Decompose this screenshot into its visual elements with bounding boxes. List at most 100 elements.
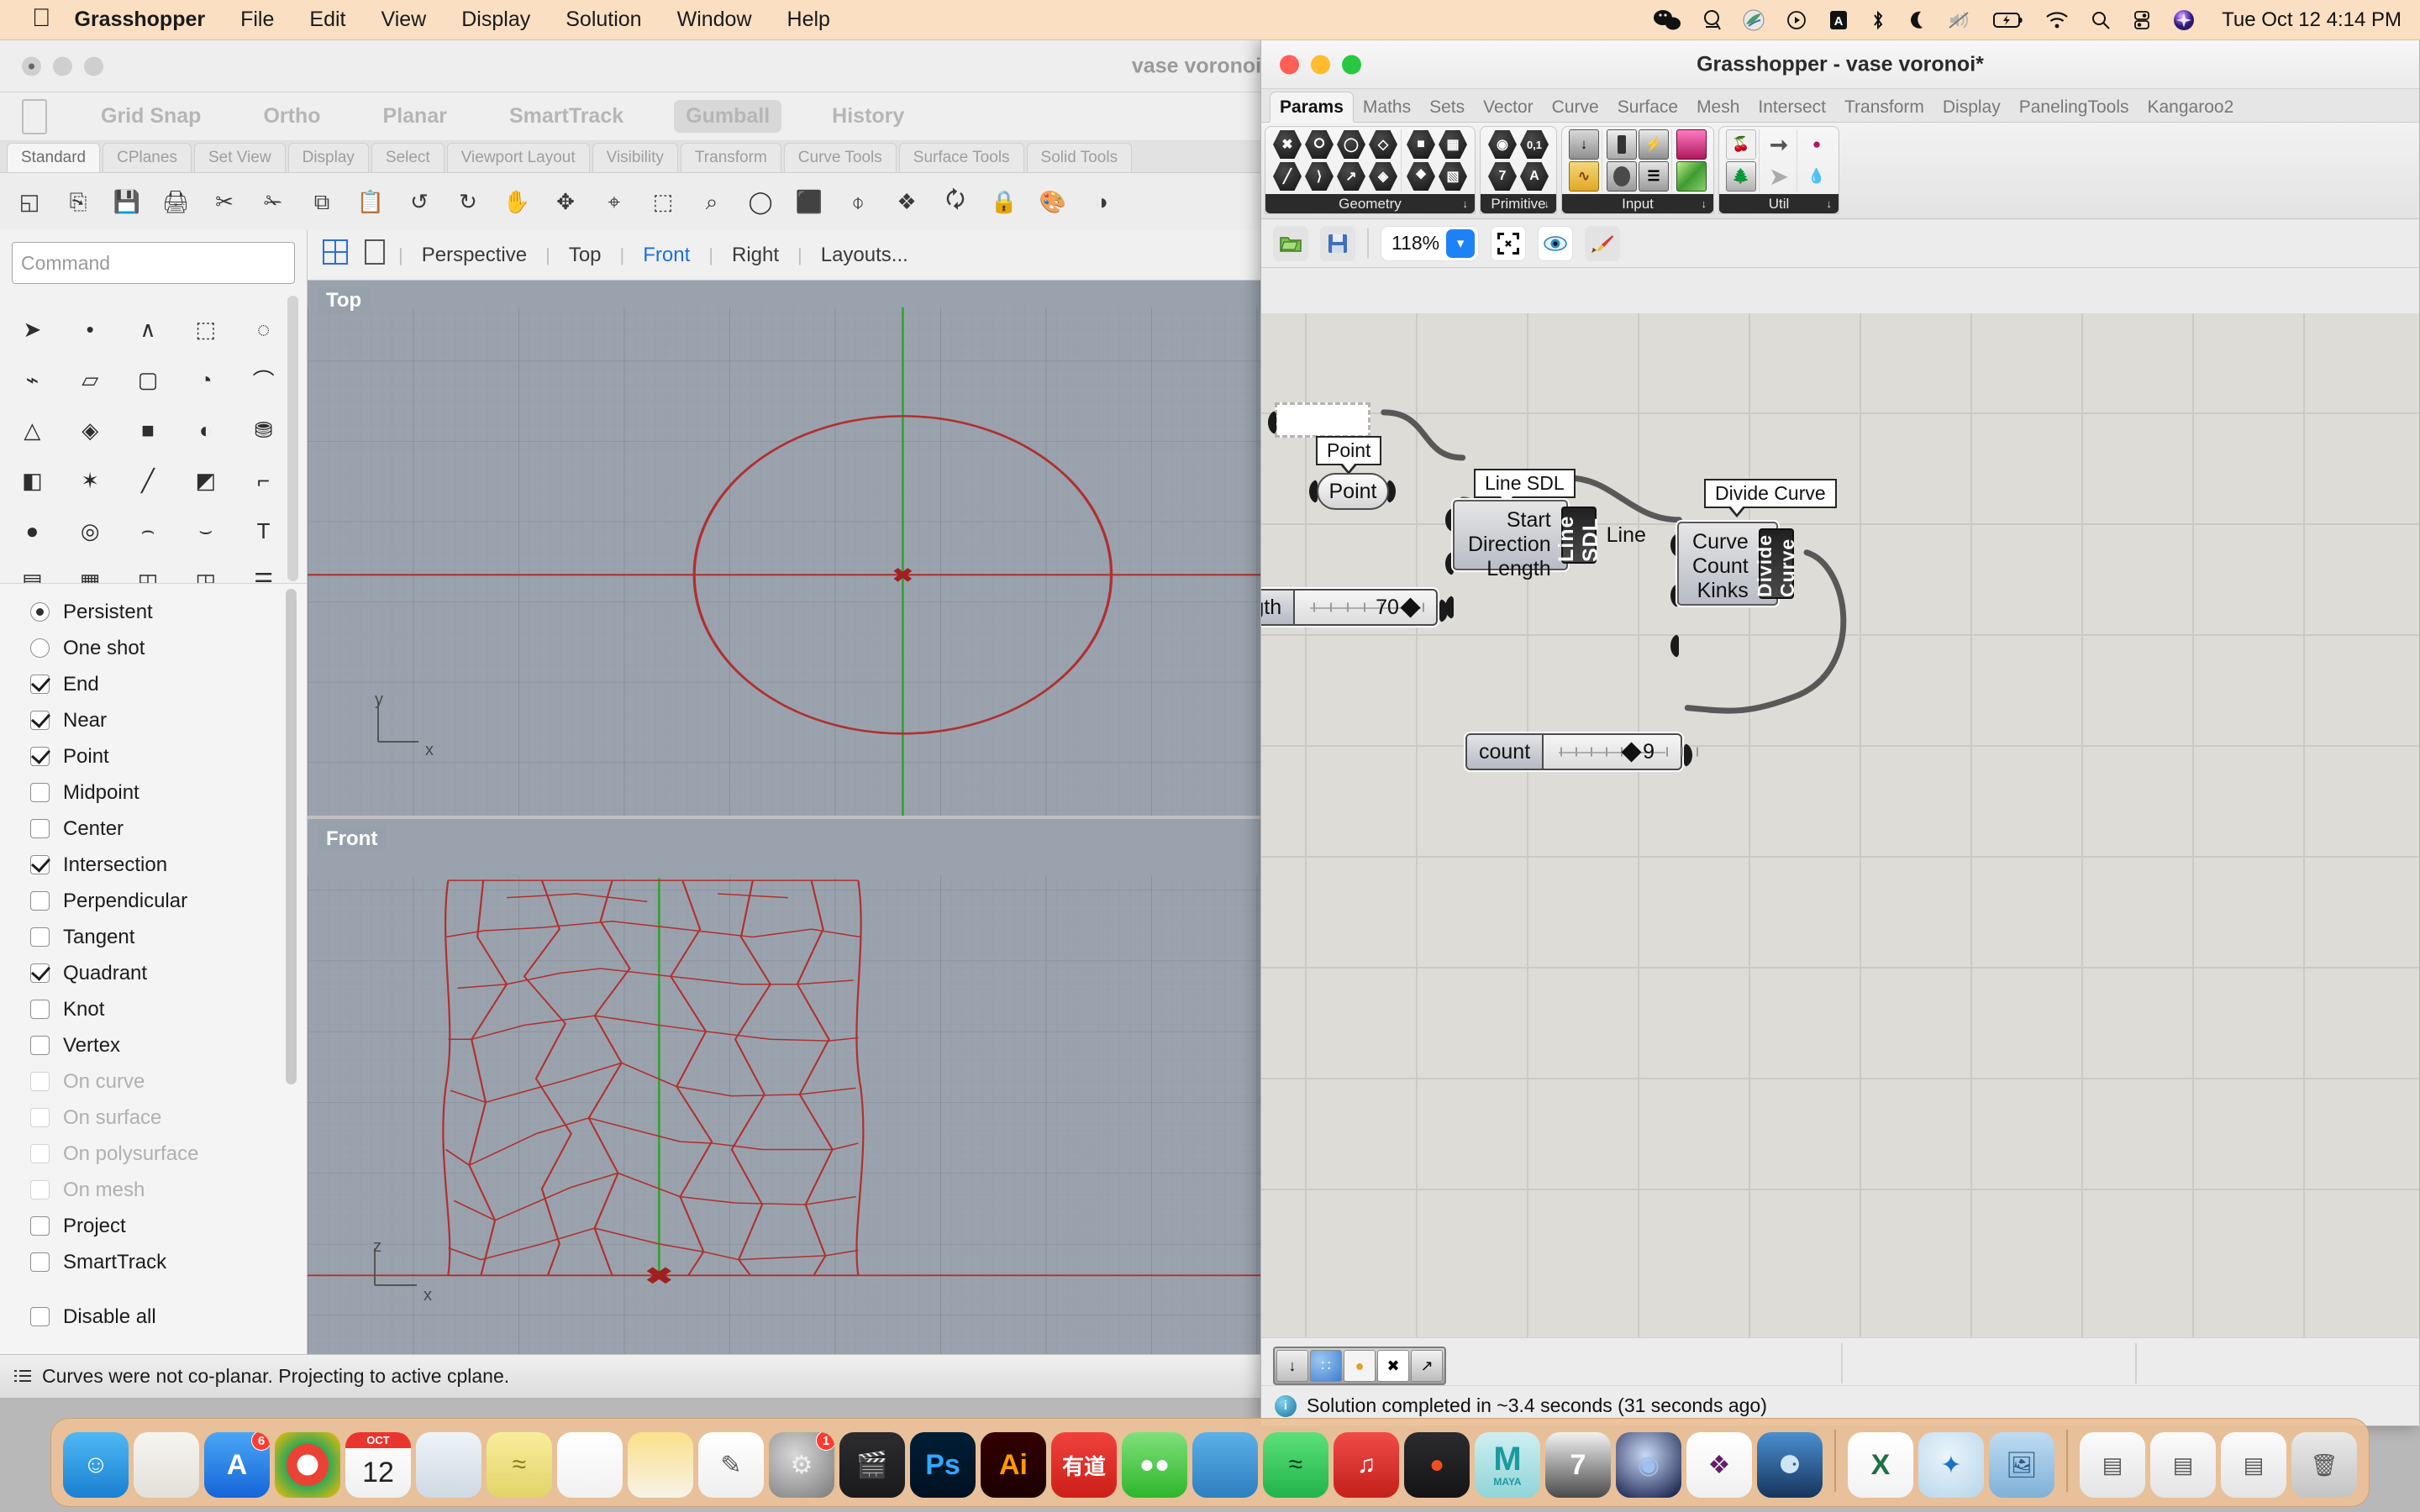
checkbox-knot-icon[interactable] — [30, 1000, 50, 1019]
particles-icon[interactable]: ∷ — [1310, 1350, 1342, 1382]
osnap-row-intersection[interactable]: Intersection — [0, 847, 307, 883]
viewport-top[interactable]: Top y x — [308, 281, 1362, 816]
mesh-geometry-icon[interactable]: ▦ — [1438, 129, 1468, 160]
geometry-expand-icon[interactable]: ↓ — [1463, 197, 1469, 210]
dock-documents-stack[interactable]: ▤ — [2150, 1432, 2216, 1498]
viewport-front[interactable]: Front z x — [308, 819, 1362, 1354]
battery-charging-icon[interactable] — [1993, 11, 2023, 29]
four-viewport-icon[interactable] — [323, 239, 348, 270]
rhino-toolbar-icon-7[interactable]: 📋 — [346, 178, 395, 227]
rhino-sidebar-tool-15[interactable]: ◧ — [12, 460, 52, 501]
rhino-sidebar-tool-10[interactable]: △ — [12, 410, 52, 450]
util-expand-icon[interactable]: ↓ — [1827, 197, 1833, 210]
radio-persistent-icon[interactable] — [30, 602, 50, 622]
osnap-row-tangent[interactable]: Tangent — [0, 919, 307, 955]
viewport-tab-layouts[interactable]: Layouts... — [821, 244, 908, 267]
knob-icon[interactable] — [1607, 161, 1637, 192]
bluetooth-icon[interactable] — [1870, 9, 1886, 31]
number-primitive-icon[interactable]: 7 — [1487, 161, 1518, 192]
data-dam-icon[interactable]: ● — [1802, 129, 1832, 160]
gh-param-point[interactable]: Point — [1317, 473, 1389, 510]
rhino-toolbar-icon-10[interactable]: ✋ — [492, 178, 541, 227]
dock-icon-app-store[interactable]: A6 — [204, 1432, 270, 1498]
command-input[interactable]: Command — [12, 242, 295, 284]
gh-panel-empty[interactable] — [1275, 402, 1370, 438]
arrow-right-outline-icon[interactable]: ➤ — [1764, 161, 1794, 192]
tab-standard[interactable]: Standard — [7, 143, 101, 172]
dock-icon-photoshop[interactable]: Ps — [910, 1432, 976, 1498]
rhino-sidebar-tool-11[interactable]: ◈ — [70, 410, 110, 450]
menubar-clock[interactable]: Tue Oct 12 4:14 PM — [2222, 8, 2402, 32]
osnap-row-smarttrack[interactable]: SmartTrack — [0, 1244, 307, 1280]
dock-icon-launchpad[interactable] — [134, 1432, 199, 1498]
tab-select[interactable]: Select — [371, 143, 445, 172]
search-glass-icon[interactable] — [1702, 9, 1721, 31]
checkbox-smarttrack-icon[interactable] — [30, 1252, 50, 1272]
rhino-sidebar-tool-13[interactable]: ◐ — [186, 410, 226, 450]
viewport-tab-front[interactable]: Front — [643, 244, 690, 267]
do-not-disturb-moon-icon[interactable] — [1907, 10, 1926, 30]
gh-tab-mesh[interactable]: Mesh — [1687, 92, 1749, 122]
count-slider-handle-icon[interactable] — [1621, 741, 1642, 763]
menu-display[interactable]: Display — [461, 8, 530, 32]
rhino-sidebar-tool-24[interactable]: T — [244, 511, 284, 551]
colour-swatch-icon[interactable] — [1676, 129, 1707, 160]
input-expand-icon[interactable]: ↓ — [1702, 197, 1707, 210]
linesdl-length-port[interactable] — [1445, 596, 1454, 619]
rhino-sidebar-tool-19[interactable]: ⌐ — [244, 460, 284, 501]
siri-icon[interactable] — [2173, 9, 2195, 31]
checkbox-project-icon[interactable] — [30, 1216, 50, 1236]
bubble-preview-icon[interactable]: ● — [1344, 1350, 1376, 1382]
dock-icon-microsoft-excel[interactable]: X — [1848, 1432, 1913, 1498]
tab-visibility[interactable]: Visibility — [592, 143, 678, 172]
tab-solid-tools[interactable]: Solid Tools — [1026, 143, 1133, 172]
rhino-toolbar-icon-8[interactable]: ↺ — [395, 178, 444, 227]
apple-menu-icon[interactable]:  — [32, 5, 51, 31]
rhino-icon[interactable] — [1743, 9, 1765, 31]
checkbox-intersection-icon[interactable] — [30, 855, 50, 874]
dock-icon-keyshot[interactable]: ◉ — [1616, 1432, 1681, 1498]
mode-smarttrack[interactable]: SmartTrack — [497, 100, 635, 133]
zoom-extents-icon[interactable] — [1491, 225, 1527, 261]
dock-icon-spotify[interactable]: ≈ — [1263, 1432, 1328, 1498]
osnap-row-center[interactable]: Center — [0, 811, 307, 847]
gh-slider-count[interactable]: count 9 — [1465, 733, 1699, 770]
flask-icon[interactable]: 💧 — [1802, 161, 1832, 192]
menu-app-name[interactable]: Grasshopper — [75, 8, 206, 32]
rhino-sidebar-tool-16[interactable]: ✶ — [70, 460, 110, 501]
rhino-toolbar-icon-9[interactable]: ↻ — [444, 178, 492, 227]
osnap-row-project[interactable]: Project — [0, 1208, 307, 1244]
rhino-toolbar-icon-20[interactable]: 🔒 — [980, 178, 1028, 227]
zoom-level-control[interactable]: 118% ▾ — [1381, 225, 1480, 261]
dividecurve-kinks-port[interactable] — [1670, 634, 1679, 658]
checkbox-midpoint-icon[interactable] — [30, 783, 50, 802]
dock-icon-preview[interactable]: 🖼 — [1989, 1432, 2054, 1498]
save-disk-icon[interactable] — [1320, 225, 1355, 261]
rhino-toolbar-icon-18[interactable]: ❖ — [882, 178, 931, 227]
rhino-toolbar-icon-5[interactable]: ✁ — [249, 178, 297, 227]
checkbox-center-icon[interactable] — [30, 819, 50, 838]
viewport-tab-perspective[interactable]: Perspective — [422, 244, 527, 267]
x-geometry-icon[interactable]: ✖ — [1272, 129, 1302, 160]
checkbox-disable-all-icon[interactable] — [30, 1307, 50, 1326]
osnap-mode-oneshot[interactable]: One shot — [0, 630, 307, 666]
osnap-row-vertex[interactable]: Vertex — [0, 1027, 307, 1063]
button-icon[interactable] — [1607, 129, 1637, 160]
osnap-row-end[interactable]: End — [0, 666, 307, 702]
rhino-sidebar-tool-6[interactable]: ▱ — [70, 360, 110, 400]
dock-trash[interactable]: 🗑 — [2291, 1432, 2357, 1498]
rhino-sidebar-tool-2[interactable]: ∧ — [128, 309, 168, 349]
dock-icon-rhinoceros[interactable] — [416, 1432, 481, 1498]
dock-icon-google-chrome[interactable] — [275, 1432, 340, 1498]
dock-icon-slack[interactable]: ❖ — [1686, 1432, 1752, 1498]
boolean-primitive-icon[interactable]: ◉ — [1487, 129, 1518, 160]
text-primitive-icon[interactable]: A — [1519, 161, 1549, 192]
rhino-sidebar-tool-5[interactable]: ⌁ — [12, 360, 52, 400]
dock-icon-calendar[interactable]: OCT 12 — [345, 1432, 411, 1498]
rhino-toolbar-icon-12[interactable]: ⌖ — [590, 178, 639, 227]
rhino-sidebar-tool-9[interactable]: ⌒ — [244, 360, 284, 400]
rhino-toolbar-icon-6[interactable]: ⧉ — [297, 178, 346, 227]
rhino-toolbar-icon-19[interactable]: 🗘 — [931, 178, 980, 227]
checkbox-near-icon[interactable] — [30, 711, 50, 730]
tab-viewport-layout[interactable]: Viewport Layout — [446, 143, 590, 172]
